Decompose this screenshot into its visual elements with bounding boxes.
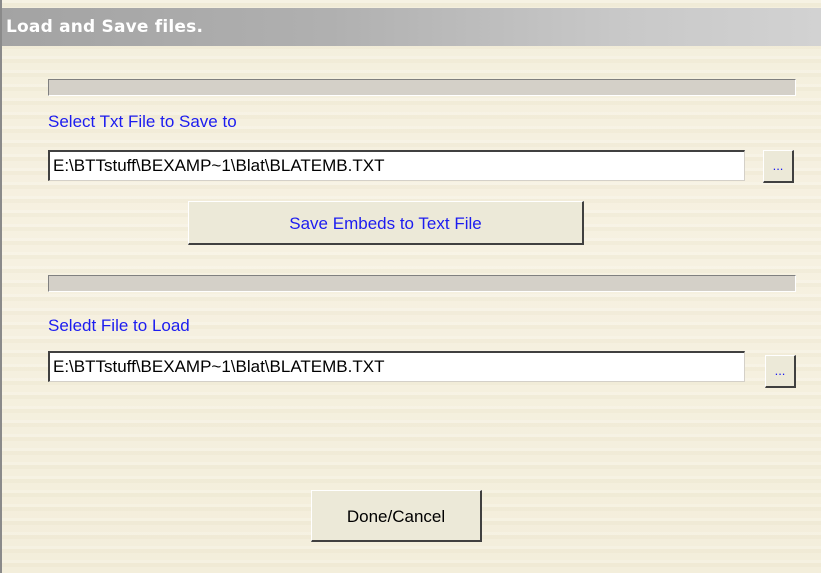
dialog-title-bar: Load and Save files.	[2, 8, 821, 46]
save-embeds-button[interactable]: Save Embeds to Text File	[188, 201, 584, 245]
load-file-label: Seledt File to Load	[48, 316, 190, 335]
save-browse-button[interactable]: ...	[763, 150, 794, 183]
dialog-title: Load and Save files.	[6, 17, 204, 37]
done-cancel-button[interactable]: Done/Cancel	[311, 490, 482, 542]
dialog-window: Load and Save files. Select Txt File to …	[0, 0, 821, 573]
save-file-label: Select Txt File to Save to	[48, 112, 237, 131]
save-section-separator	[48, 79, 796, 96]
load-section-separator	[48, 275, 796, 292]
save-file-path-input[interactable]: E:\BTTstuff\BEXAMP~1\Blat\BLATEMB.TXT	[48, 150, 745, 181]
load-file-path-input[interactable]: E:\BTTstuff\BEXAMP~1\Blat\BLATEMB.TXT	[48, 351, 745, 382]
load-browse-button[interactable]: ...	[765, 355, 796, 388]
